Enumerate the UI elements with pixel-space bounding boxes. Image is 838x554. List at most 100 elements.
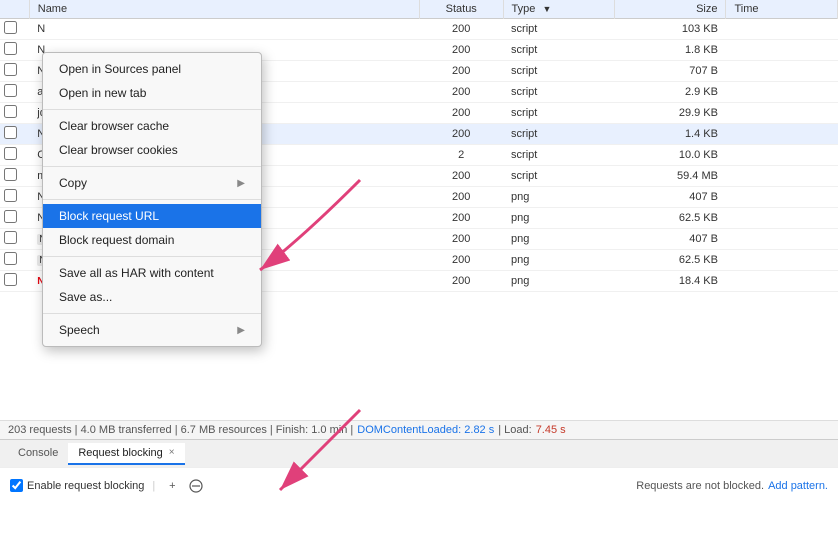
enable-checkbox-input[interactable] bbox=[10, 479, 23, 492]
col-header-time: Time bbox=[726, 0, 838, 19]
menu-item-label: Clear browser cache bbox=[59, 119, 169, 133]
row-time bbox=[726, 229, 838, 250]
row-status: 200 bbox=[419, 271, 503, 292]
row-checkbox[interactable] bbox=[4, 42, 17, 55]
row-checkbox[interactable] bbox=[4, 231, 17, 244]
row-time bbox=[726, 166, 838, 187]
row-status: 200 bbox=[419, 82, 503, 103]
row-time bbox=[726, 250, 838, 271]
row-time bbox=[726, 187, 838, 208]
row-checkbox-cell bbox=[0, 145, 29, 166]
row-type: png bbox=[503, 250, 614, 271]
col-header-status: Status bbox=[419, 0, 503, 19]
row-name-cell: N bbox=[29, 19, 419, 40]
row-size: 407 B bbox=[615, 229, 726, 250]
menu-item-copy[interactable]: Copy▶ bbox=[43, 171, 261, 195]
row-checkbox[interactable] bbox=[4, 252, 17, 265]
row-size: 1.4 KB bbox=[615, 124, 726, 145]
add-pattern-link[interactable]: Add pattern. bbox=[768, 480, 828, 492]
row-checkbox[interactable] bbox=[4, 210, 17, 223]
row-status: 200 bbox=[419, 61, 503, 82]
row-checkbox[interactable] bbox=[4, 189, 17, 202]
menu-item-label: Save all as HAR with content bbox=[59, 266, 214, 280]
row-status: 200 bbox=[419, 187, 503, 208]
menu-item-save-har[interactable]: Save all as HAR with content bbox=[43, 261, 261, 285]
row-type: png bbox=[503, 229, 614, 250]
row-checkbox[interactable] bbox=[4, 126, 17, 139]
menu-divider bbox=[43, 313, 261, 314]
tab-console[interactable]: Console bbox=[8, 443, 68, 465]
row-checkbox-cell bbox=[0, 61, 29, 82]
tab-close-button[interactable]: × bbox=[169, 447, 175, 458]
row-checkbox[interactable] bbox=[4, 21, 17, 34]
status-text: 203 requests | 4.0 MB transferred | 6.7 … bbox=[8, 424, 353, 436]
menu-item-save-as[interactable]: Save as... bbox=[43, 285, 261, 309]
row-size: 18.4 KB bbox=[615, 271, 726, 292]
row-status: 200 bbox=[419, 208, 503, 229]
sort-arrow-icon: ▼ bbox=[542, 4, 551, 14]
menu-item-block-url[interactable]: Block request URL bbox=[43, 204, 261, 228]
menu-item-open-new-tab[interactable]: Open in new tab bbox=[43, 81, 261, 105]
row-checkbox-cell bbox=[0, 208, 29, 229]
row-checkbox-cell bbox=[0, 82, 29, 103]
tab-request-blocking[interactable]: Request blocking × bbox=[68, 443, 184, 465]
menu-item-label: Block request domain bbox=[59, 233, 174, 247]
table-row[interactable]: N200script103 KB bbox=[0, 19, 838, 40]
row-name-text: N bbox=[37, 23, 45, 35]
row-type: script bbox=[503, 103, 614, 124]
row-status: 200 bbox=[419, 250, 503, 271]
row-status: 2 bbox=[419, 145, 503, 166]
row-status: 200 bbox=[419, 103, 503, 124]
row-type: script bbox=[503, 82, 614, 103]
menu-item-clear-cache[interactable]: Clear browser cache bbox=[43, 114, 261, 138]
network-panel: Name Status Type ▼ Size Time N200script1… bbox=[0, 0, 838, 420]
menu-item-open-sources[interactable]: Open in Sources panel bbox=[43, 57, 261, 81]
menu-divider bbox=[43, 256, 261, 257]
row-time bbox=[726, 145, 838, 166]
row-checkbox[interactable] bbox=[4, 168, 17, 181]
row-type: png bbox=[503, 208, 614, 229]
col-header-checkbox bbox=[0, 0, 29, 19]
request-blocking-right: Requests are not blocked. Add pattern. bbox=[636, 480, 828, 492]
menu-divider bbox=[43, 109, 261, 110]
row-checkbox[interactable] bbox=[4, 147, 17, 160]
menu-item-speech[interactable]: Speech▶ bbox=[43, 318, 261, 342]
row-size: 407 B bbox=[615, 187, 726, 208]
row-size: 707 B bbox=[615, 61, 726, 82]
row-size: 62.5 KB bbox=[615, 208, 726, 229]
row-checkbox-cell bbox=[0, 250, 29, 271]
row-status: 200 bbox=[419, 166, 503, 187]
row-status: 200 bbox=[419, 19, 503, 40]
menu-item-clear-cookies[interactable]: Clear browser cookies bbox=[43, 138, 261, 162]
row-checkbox[interactable] bbox=[4, 63, 17, 76]
row-size: 103 KB bbox=[615, 19, 726, 40]
status-bar: 203 requests | 4.0 MB transferred | 6.7 … bbox=[0, 420, 838, 439]
load-time: 7.45 s bbox=[536, 424, 566, 436]
enable-request-blocking-checkbox[interactable]: Enable request blocking bbox=[10, 479, 144, 492]
clear-patterns-button[interactable] bbox=[187, 477, 205, 495]
menu-item-label: Open in new tab bbox=[59, 86, 146, 100]
col-header-size: Size bbox=[615, 0, 726, 19]
row-checkbox-cell bbox=[0, 271, 29, 292]
row-checkbox[interactable] bbox=[4, 105, 17, 118]
row-type: png bbox=[503, 187, 614, 208]
add-pattern-button[interactable]: + bbox=[163, 477, 181, 495]
submenu-arrow-icon: ▶ bbox=[237, 325, 245, 336]
row-size: 2.9 KB bbox=[615, 82, 726, 103]
row-status: 200 bbox=[419, 40, 503, 61]
row-checkbox[interactable] bbox=[4, 84, 17, 97]
menu-item-block-domain[interactable]: Block request domain bbox=[43, 228, 261, 252]
row-size: 10.0 KB bbox=[615, 145, 726, 166]
row-time bbox=[726, 103, 838, 124]
row-time bbox=[726, 208, 838, 229]
dom-content-loaded-link[interactable]: DOMContentLoaded: 2.82 s bbox=[357, 424, 494, 436]
row-type: script bbox=[503, 40, 614, 61]
col-header-type[interactable]: Type ▼ bbox=[503, 0, 614, 19]
row-type: script bbox=[503, 61, 614, 82]
row-status: 200 bbox=[419, 229, 503, 250]
submenu-arrow-icon: ▶ bbox=[237, 178, 245, 189]
menu-divider bbox=[43, 166, 261, 167]
row-type: script bbox=[503, 124, 614, 145]
row-checkbox[interactable] bbox=[4, 273, 17, 286]
row-size: 1.8 KB bbox=[615, 40, 726, 61]
